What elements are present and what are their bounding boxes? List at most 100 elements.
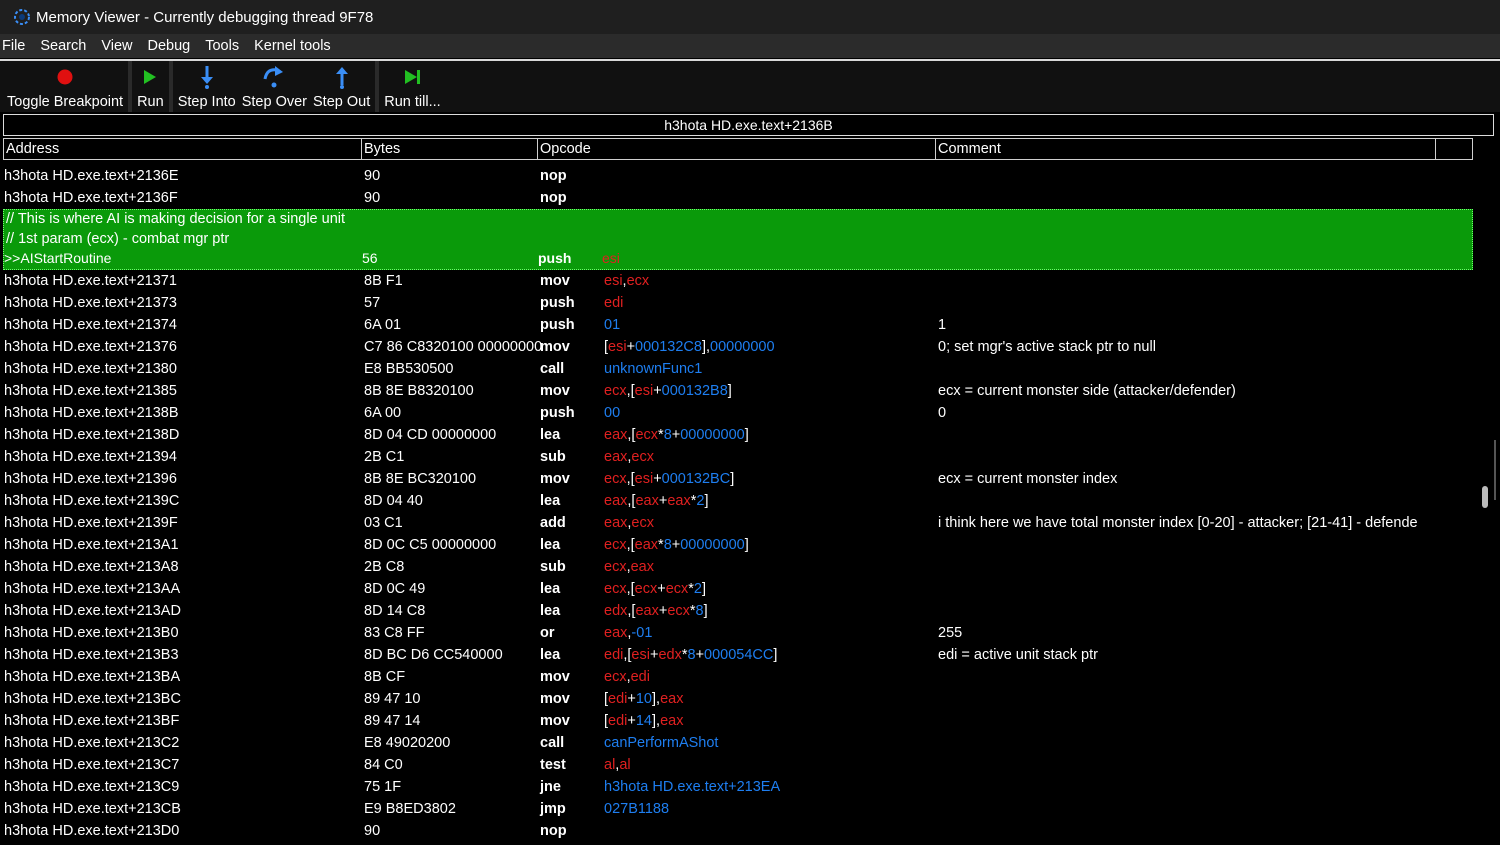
current-address-bar[interactable]: h3hota HD.exe.text+2136B [3,114,1494,136]
selected-row[interactable]: >>AIStartRoutine 56 push esi [4,250,1472,270]
column-bytes[interactable]: Bytes [362,138,538,160]
disasm-row[interactable]: h3hota HD.exe.text+213BF 89 47 14 mov [edi+… [3,710,1473,732]
disasm-row[interactable]: h3hota HD.exe.text+21371 8B F1 mov esi,ecx [3,270,1473,292]
row-operands: [edi+10],eax [604,691,683,707]
disasm-row[interactable]: h3hota HD.exe.text+213AD 8D 14 C8 lea edx,[… [3,600,1473,622]
disasm-row[interactable]: h3hota HD.exe.text+21374 6A 01 push 01 1 [3,314,1473,336]
disasm-row[interactable]: h3hota HD.exe.text+2139F 03 C1 add eax,ecx i… [3,512,1473,534]
step-out-icon [333,65,351,89]
operand-token: eax [604,493,628,509]
disasm-row[interactable]: h3hota HD.exe.text+213BC 89 47 10 mov [edi+… [3,688,1473,710]
disasm-row[interactable]: h3hota HD.exe.text+213CB E9 B8ED3802 jmp 02… [3,798,1473,820]
scrollbar-thumb[interactable] [1482,486,1488,508]
disasm-row[interactable]: h3hota HD.exe.text+213AA 8D 0C 49 lea ecx,[… [3,578,1473,600]
operand-token: edi [630,669,650,685]
operand-token: ecx [604,537,627,553]
disasm-row[interactable]: h3hota HD.exe.text+21396 8B 8E BC320100 mo… [3,468,1473,490]
column-comment[interactable]: Comment [936,138,1436,160]
splitter-handle[interactable] [1494,440,1496,500]
operand-token: ], [701,339,711,355]
row-operands: eax,[ecx*8+00000000] [604,427,749,443]
disasm-row[interactable]: h3hota HD.exe.text+2138D 8D 04 CD 0000000… [3,424,1473,446]
row-address: h3hota HD.exe.text+213AD [4,603,181,619]
title-bar: Memory Viewer - Currently debugging thre… [0,0,1500,34]
operand-token: edi [604,647,624,663]
row-address: h3hota HD.exe.text+213A1 [4,537,179,553]
disasm-row[interactable]: h3hota HD.exe.text+213B3 8D BC D6 CC54000… [3,644,1473,666]
row-opcode: sub [540,449,566,465]
row-address: h3hota HD.exe.text+2138D [4,427,180,443]
disasm-row[interactable]: h3hota HD.exe.text+21385 8B 8E B8320100 mo… [3,380,1473,402]
disasm-row[interactable]: h3hota HD.exe.text+21380 E8 BB530500 call u… [3,358,1473,380]
row-opcode: mov [540,383,570,399]
row-operands: eax,[eax+eax*2] [604,493,708,509]
disasm-row[interactable]: h3hota HD.exe.text+213BA 8B CF mov ecx,edi [3,666,1473,688]
comment-line: // This is where AI is making decision f… [6,211,346,227]
row-bytes: 84 C0 [364,757,403,773]
disasm-row[interactable]: h3hota HD.exe.text+21394 2B C1 sub eax,ecx [3,446,1473,468]
run-till-button[interactable]: Run till... [381,61,443,112]
menu-tools[interactable]: Tools [202,38,247,54]
disasm-row[interactable]: h3hota HD.exe.text+213B0 83 C8 FF or eax,-0… [3,622,1473,644]
disasm-row[interactable]: h3hota HD.exe.text+213A8 2B C8 sub ecx,eax [3,556,1473,578]
row-comment: ecx = current monster index [938,471,1118,487]
disasm-row[interactable]: h3hota HD.exe.text+213C9 75 1F jne h3hota H… [3,776,1473,798]
run-button[interactable]: Run [134,61,167,112]
row-opcode: mov [540,273,570,289]
row-bytes: 83 C8 FF [364,625,425,641]
row-opcode: lea [540,427,561,443]
disasm-row[interactable]: h3hota HD.exe.text+213A1 8D 0C C5 0000000… [3,534,1473,556]
disasm-row[interactable]: h3hota HD.exe.text+2138B 6A 00 push 00 0 [3,402,1473,424]
operand-token: ] [730,471,735,487]
toggle-breakpoint-button[interactable]: Toggle Breakpoint [4,61,126,112]
step-out-button[interactable]: Step Out [310,61,373,112]
step-into-button[interactable]: Step Into [175,61,239,112]
operand-token: 2 [693,581,702,597]
disasm-row[interactable]: h3hota HD.exe.text+2139C 8D 04 40 lea eax,[… [3,490,1473,512]
row-operands: eax,ecx [604,449,654,465]
step-into-label: Step Into [177,94,236,110]
row-address: h3hota HD.exe.text+21385 [4,383,177,399]
menu-view[interactable]: View [98,38,140,54]
operand-token: ] [744,427,749,443]
menu-file[interactable]: File [0,38,33,54]
row-opcode: mov [540,339,570,355]
operand-token: edx [658,647,682,663]
menu-debug[interactable]: Debug [145,38,199,54]
operand-token: 00 [604,405,621,421]
row-operands: canPerformAShot [604,735,718,751]
row-operands: [edi+14],eax [604,713,683,729]
disasm-row[interactable]: h3hota HD.exe.text+2136F 90 nop [3,187,1473,209]
row-opcode: mov [540,669,570,685]
disasm-row[interactable]: h3hota HD.exe.text+21373 57 push edi [3,292,1473,314]
row-operands: [esi+000132C8],00000000 [604,339,775,355]
row-opcode: nop [540,168,567,184]
disasm-row[interactable]: h3hota HD.exe.text+213D0 90 nop [3,820,1473,842]
column-opcode[interactable]: Opcode [538,138,936,160]
row-bytes: 8B 8E B8320100 [364,383,474,399]
row-opcode: lea [540,647,561,663]
row-comment: ecx = current monster side (attacker/def… [938,383,1236,399]
row-bytes: 8D 0C 49 [364,581,426,597]
disasm-row[interactable]: h3hota HD.exe.text+2136E 90 nop [3,165,1473,187]
selected-instruction-block[interactable]: // This is where AI is making decision f… [3,209,1473,270]
row-opcode: or [540,625,555,641]
row-opcode: mov [540,713,570,729]
row-bytes: 8B 8E BC320100 [364,471,477,487]
menu-kernel-tools[interactable]: Kernel tools [251,38,339,54]
operand-token: ecx [631,515,654,531]
operand-token: ecx [604,669,627,685]
operand-token: + [653,471,662,487]
operand-token: + [671,537,681,553]
operand-token: ] [704,493,709,509]
step-over-button[interactable]: Step Over [239,61,310,112]
menu-search[interactable]: Search [37,38,94,54]
column-address[interactable]: Address [3,138,362,160]
disasm-row[interactable]: h3hota HD.exe.text+213C2 E8 49020200 call c… [3,732,1473,754]
operand-token: 8 [663,427,672,443]
disasm-row[interactable]: h3hota HD.exe.text+213C7 84 C0 test al,al [3,754,1473,776]
step-into-icon [198,65,216,89]
operand-token: + [653,383,662,399]
disasm-row[interactable]: h3hota HD.exe.text+21376 C7 86 C8320100 0… [3,336,1473,358]
row-comment: 0 [938,405,947,421]
